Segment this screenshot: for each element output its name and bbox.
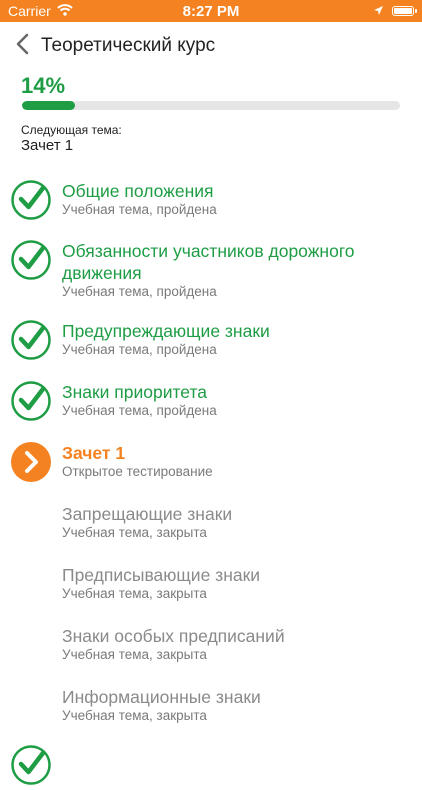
topic-title: Предупреждающие знаки <box>62 321 270 341</box>
topic-subtitle: Учебная тема, пройдена <box>62 403 217 418</box>
topic-title: Зачет 1 <box>62 443 126 463</box>
check-circle-icon <box>11 320 51 360</box>
check-circle-icon <box>11 240 51 280</box>
topic-subtitle: Учебная тема, закрыта <box>62 708 207 723</box>
topic-title: Общие положения <box>62 181 214 201</box>
check-circle-icon <box>11 180 51 220</box>
topic-title: Предписывающие знаки <box>62 565 261 585</box>
chevron-right-circle-icon <box>11 442 51 482</box>
topic-title: Знаки особых предписаний <box>62 626 285 646</box>
topic-subtitle: Учебная тема, закрыта <box>62 647 207 662</box>
topic-subtitle: Учебная тема, закрыта <box>62 525 207 540</box>
topic-subtitle: Открытое тестирование <box>62 464 213 479</box>
topic-title: Запрещающие знаки <box>62 504 233 524</box>
topic-title: Обязанности участников дорожного движени… <box>62 241 355 283</box>
topic-subtitle: Учебная тема, закрыта <box>62 586 207 601</box>
topic-title: Знаки приоритета <box>62 382 208 402</box>
topic-title: Информационные знаки <box>62 687 261 707</box>
topic-subtitle: Учебная тема, пройдена <box>62 202 217 217</box>
check-circle-icon <box>11 381 51 421</box>
topic-list: Общие положения Учебная тема, пройдена О… <box>0 0 422 785</box>
topic-subtitle: Учебная тема, пройдена <box>62 342 217 357</box>
topic-subtitle: Учебная тема, пройдена <box>62 284 217 299</box>
check-circle-icon <box>11 745 51 790</box>
